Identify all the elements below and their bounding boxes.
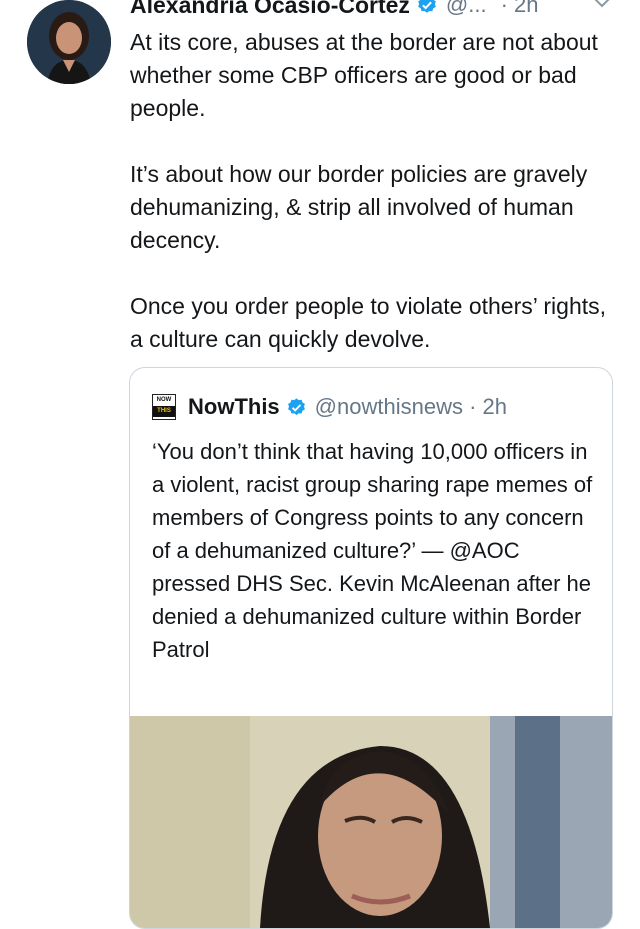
- verified-badge-icon: [287, 397, 305, 415]
- quoted-author-name[interactable]: NowThis: [188, 394, 280, 420]
- tweet-text: At its core, abuses at the border are no…: [130, 26, 625, 389]
- quoted-author-handle[interactable]: @nowthisnews · 2h: [315, 394, 507, 420]
- tweet-paragraph: At its core, abuses at the border are no…: [130, 29, 598, 121]
- nowthis-logo: NOW THIS: [152, 394, 176, 420]
- author-avatar[interactable]: [27, 0, 111, 84]
- quoted-tweet-header: NOW THIS NowThis @nowthisnews · 2h: [152, 394, 507, 420]
- quoted-tweet-text: ‘You don’t think that having 10,000 offi…: [152, 439, 593, 662]
- tweet-time[interactable]: · 2h: [501, 0, 539, 18]
- tweet-header: Alexandria Ocasio-Cortez @... · 2h: [130, 0, 539, 22]
- quoted-tweet-media[interactable]: [130, 716, 612, 928]
- logo-top-text: NOW: [156, 397, 172, 403]
- tweet-paragraph: Once you order people to violate others’…: [130, 293, 607, 352]
- verified-badge-icon: [418, 0, 436, 13]
- author-name[interactable]: Alexandria Ocasio-Cortez: [130, 0, 410, 19]
- chevron-down-icon[interactable]: [592, 0, 612, 10]
- logo-bottom-text: THIS: [153, 406, 175, 417]
- tweet-paragraph: It’s about how our border policies are g…: [130, 161, 588, 253]
- author-handle[interactable]: @...: [446, 0, 487, 18]
- avatar-image: [27, 0, 111, 84]
- quoted-tweet-card[interactable]: NOW THIS NowThis @nowthisnews · 2h ‘You …: [129, 367, 613, 929]
